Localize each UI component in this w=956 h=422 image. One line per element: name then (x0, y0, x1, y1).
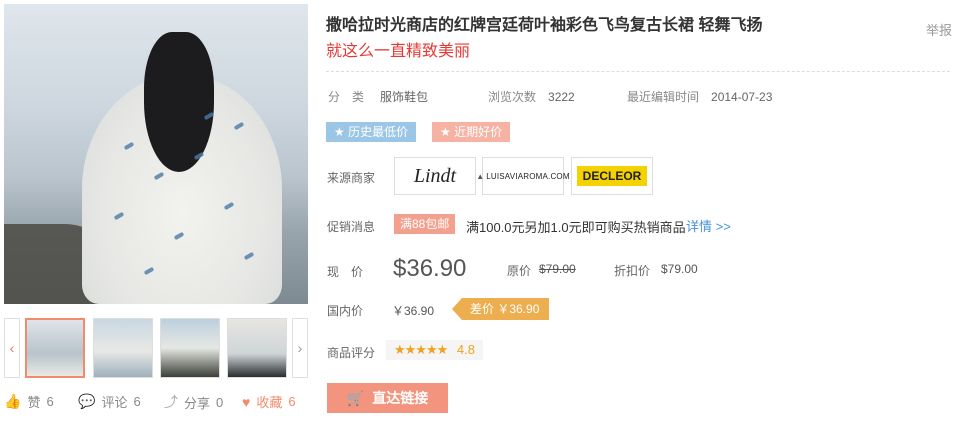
rating-label: 商品评分 (327, 346, 376, 360)
edited-meta: 最近编辑时间 2014-07-23 (627, 88, 772, 105)
merchant-decleor[interactable]: DECLEOR (571, 157, 653, 195)
merchant-name: Lindt (413, 164, 457, 187)
discount-price-label: 折扣价 (614, 264, 651, 278)
main-product-image[interactable] (4, 4, 308, 304)
domestic-price-label: 国内价 (327, 304, 364, 318)
image-model (144, 32, 214, 172)
comment-icon: 💬 (78, 393, 96, 409)
cart-icon: 🛒 (346, 389, 365, 406)
comment-button[interactable]: 💬 评论 6 (78, 392, 141, 411)
favorite-label: 收藏 (256, 395, 283, 410)
merchant-lindt[interactable]: Lindt (394, 157, 476, 195)
domestic-price: ￥36.90 (392, 304, 435, 318)
product-subtitle: 就这么一直精致美丽 (326, 43, 471, 60)
share-icon: ⤴ (164, 394, 178, 410)
original-price: $79.00 (539, 262, 576, 276)
direct-link-label: 直达链接 (372, 390, 429, 406)
views-key: 浏览次数 (488, 90, 537, 104)
report-link[interactable]: 举报 (926, 20, 952, 39)
merchant-name: LUISAVIAROMA.COM (486, 171, 570, 181)
rating-score: 4.8 (456, 342, 475, 357)
thumbnail-2[interactable] (93, 318, 153, 378)
product-gallery: ‹ › (4, 4, 308, 378)
thumbnail-3[interactable] (160, 318, 220, 378)
edited-value: 2014-07-23 (711, 90, 773, 104)
merchants-label: 来源商家 (327, 171, 376, 185)
current-price: $36.90 (393, 255, 467, 282)
good-price-tag[interactable]: ★ 近期好价 (432, 122, 511, 142)
social-bar: 👍 赞 6 💬 评论 6 ⤴ 分享 0 ♥ 收藏 6 (4, 392, 314, 412)
share-label: 分享 (184, 395, 211, 411)
favorite-count: 6 (288, 394, 296, 409)
lowest-price-tag[interactable]: ★ 历史最低价 (326, 122, 417, 142)
share-button[interactable]: ⤴ 分享 0 (164, 392, 223, 412)
thumbnail-4[interactable] (227, 318, 287, 378)
next-thumb-button[interactable]: › (292, 318, 308, 378)
promo-label: 促销消息 (327, 220, 376, 234)
prev-thumb-button[interactable]: ‹ (4, 318, 20, 378)
rating-box: ★★★★★ 4.8 (386, 340, 483, 360)
discount-price: $79.00 (661, 262, 698, 276)
thumbs-up-icon: 👍 (4, 393, 22, 409)
edited-key: 最近编辑时间 (627, 90, 700, 104)
direct-link-button[interactable]: 🛒 直达链接 (327, 383, 448, 413)
divider (326, 71, 950, 72)
free-shipping-badge[interactable]: 满88包邮 (394, 214, 456, 234)
promo-detail-link[interactable]: 详情 >> (686, 216, 731, 235)
favorite-button[interactable]: ♥ 收藏 6 (242, 392, 296, 411)
thumbnail-1[interactable] (25, 318, 85, 378)
lowest-price-label: 历史最低价 (348, 125, 409, 139)
merchant-luisaviaroma[interactable]: ▲ LUISAVIAROMA.COM (476, 157, 570, 195)
original-price-label: 原价 (507, 264, 532, 278)
like-label: 赞 (27, 395, 41, 410)
share-count: 0 (216, 394, 224, 410)
like-button[interactable]: 👍 赞 6 (4, 392, 54, 411)
rating-stars: ★★★★★ (394, 342, 448, 357)
category-value[interactable]: 服饰鞋包 (380, 90, 428, 104)
promo-text: 满100.0元另加1.0元即可购买热销商品 (466, 220, 686, 235)
triangle-logo-icon: ▲ (476, 171, 485, 181)
current-price-label: 现 价 (327, 265, 364, 279)
category-key: 分 类 (328, 90, 365, 104)
thumbnail-strip: ‹ › (4, 318, 308, 382)
comment-count: 6 (133, 394, 141, 409)
views-value: 3222 (548, 90, 575, 104)
category-meta: 分 类 服饰鞋包 (328, 88, 428, 105)
comment-label: 评论 (101, 395, 128, 410)
product-title: 撒哈拉时光商店的红牌宫廷荷叶袖彩色飞鸟复古长裙 轻舞飞扬 (326, 17, 763, 34)
good-price-label: 近期好价 (454, 125, 503, 139)
heart-icon: ♥ (242, 393, 251, 410)
like-count: 6 (46, 394, 54, 409)
price-difference-tag: 差价 ￥36.90 (452, 298, 550, 320)
star-icon: ★ (440, 125, 451, 139)
star-icon: ★ (334, 125, 345, 139)
merchant-name: DECLEOR (576, 166, 648, 186)
views-meta: 浏览次数 3222 (488, 88, 575, 105)
